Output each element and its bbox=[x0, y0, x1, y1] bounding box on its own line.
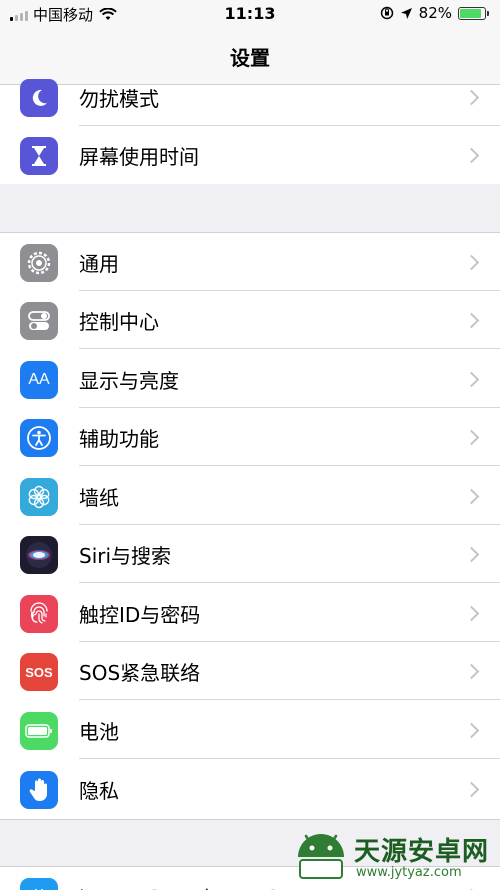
settings-row-label: 显示与亮度 bbox=[79, 369, 179, 393]
gear-icon bbox=[20, 244, 58, 282]
chevron-right-icon bbox=[463, 254, 480, 271]
chevron-right-icon bbox=[463, 546, 480, 563]
settings-row-touch-id[interactable]: 触控ID与密码 bbox=[0, 584, 500, 642]
settings-row-label: 隐私 bbox=[79, 779, 119, 803]
settings-row-label: 辅助功能 bbox=[79, 427, 159, 451]
settings-row-label: 触控ID与密码 bbox=[79, 603, 201, 627]
settings-group-1: 勿扰模式 屏幕使用时间 bbox=[0, 79, 500, 184]
status-bar: 中国移动 11:13 82% bbox=[0, 0, 500, 28]
moon-icon bbox=[20, 79, 58, 117]
orientation-lock-icon bbox=[380, 6, 393, 20]
chevron-right-icon bbox=[463, 663, 480, 680]
siri-icon bbox=[20, 536, 58, 574]
settings-row-general[interactable]: 通用 bbox=[0, 233, 500, 291]
chevron-right-icon bbox=[463, 371, 480, 388]
chevron-right-icon bbox=[463, 89, 480, 106]
settings-row-label: 屏幕使用时间 bbox=[79, 145, 199, 169]
aa-icon: AA bbox=[20, 361, 58, 399]
watermark-name: 天源安卓网 bbox=[354, 837, 490, 867]
settings-row-label: 墙纸 bbox=[79, 486, 119, 510]
settings-row-label: 通用 bbox=[79, 252, 119, 276]
watermark-logo bbox=[298, 834, 344, 879]
settings-row-wallpaper[interactable]: 墙纸 bbox=[0, 467, 500, 525]
chevron-right-icon bbox=[463, 781, 480, 798]
watermark-url: www.jytyaz.com bbox=[356, 865, 462, 880]
battery-icon bbox=[458, 6, 489, 20]
settings-group-2: 通用 控制中心 AA 显示与亮度 辅助功能 墙纸 Siri与搜索 触控ID与密码… bbox=[0, 232, 500, 820]
settings-row-privacy[interactable]: 隐私 bbox=[0, 760, 500, 818]
settings-row-label: 控制中心 bbox=[79, 310, 159, 334]
app-store-icon bbox=[20, 878, 58, 890]
settings-row-control-center[interactable]: 控制中心 bbox=[0, 291, 500, 349]
chevron-right-icon bbox=[463, 722, 480, 739]
settings-row-screen-time[interactable]: 屏幕使用时间 bbox=[0, 126, 500, 184]
chevron-right-icon bbox=[463, 429, 480, 446]
settings-row-label: SOS紧急联络 bbox=[79, 661, 201, 685]
fingerprint-icon bbox=[20, 595, 58, 633]
chevron-right-icon bbox=[463, 312, 480, 329]
settings-row-display[interactable]: AA 显示与亮度 bbox=[0, 350, 500, 408]
settings-row-accessibility[interactable]: 辅助功能 bbox=[0, 408, 500, 466]
toggles-icon bbox=[20, 302, 58, 340]
battery-icon bbox=[20, 712, 58, 750]
chevron-right-icon bbox=[463, 488, 480, 505]
settings-row-do-not-disturb[interactable]: 勿扰模式 bbox=[0, 68, 500, 126]
settings-row-label: 勿扰模式 bbox=[79, 87, 159, 111]
accessibility-icon bbox=[20, 419, 58, 457]
chevron-right-icon bbox=[463, 605, 480, 622]
settings-row-siri[interactable]: Siri与搜索 bbox=[0, 525, 500, 583]
settings-row-label: 电池 bbox=[79, 720, 119, 744]
chevron-right-icon bbox=[463, 147, 480, 164]
flower-icon bbox=[20, 478, 58, 516]
settings-row-label: Siri与搜索 bbox=[79, 544, 172, 568]
settings-row-battery[interactable]: 电池 bbox=[0, 701, 500, 759]
hand-icon bbox=[20, 771, 58, 809]
watermark: 天源安卓网 www.jytyaz.com bbox=[292, 827, 492, 885]
battery-percent: 82% bbox=[418, 4, 452, 22]
page-title: 设置 bbox=[230, 46, 270, 70]
settings-row-sos[interactable]: SOS SOS紧急联络 bbox=[0, 642, 500, 700]
hourglass-icon bbox=[20, 137, 58, 175]
sos-icon: SOS bbox=[20, 653, 58, 691]
location-arrow-icon bbox=[400, 7, 412, 19]
